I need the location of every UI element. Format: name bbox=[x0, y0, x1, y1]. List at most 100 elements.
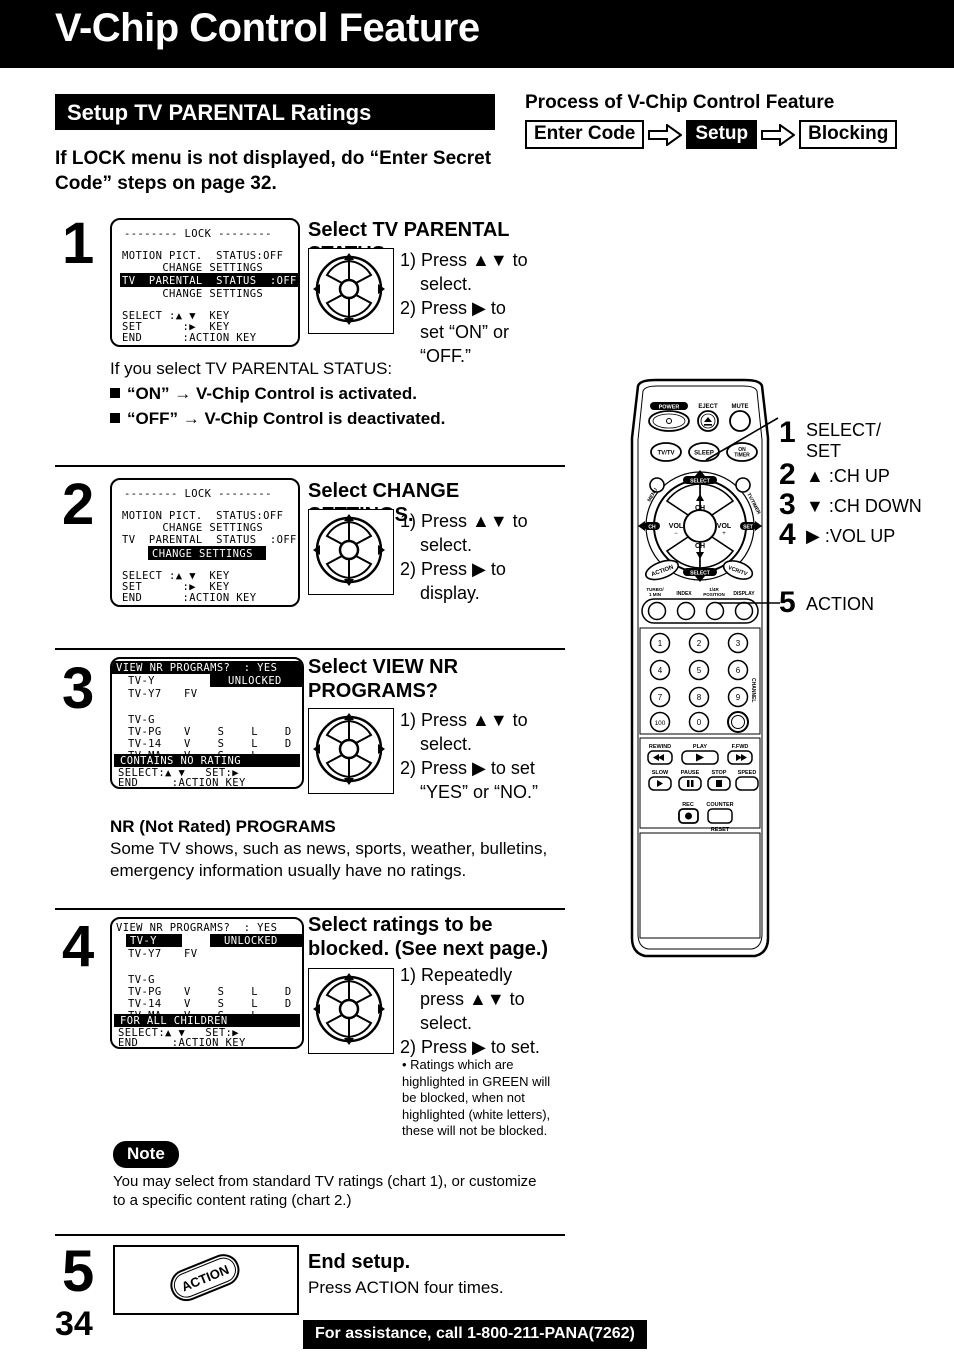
dpad-illustration-step-3 bbox=[308, 708, 394, 794]
step-number-3: 3 bbox=[62, 656, 95, 721]
svg-text:6: 6 bbox=[736, 666, 741, 675]
svg-text:PLAY: PLAY bbox=[693, 744, 707, 750]
osd-screen-step-1: -------- LOCK -------- MOTION PICT. STAT… bbox=[110, 218, 300, 347]
callout-number-1: 1 bbox=[779, 416, 796, 449]
dpad-illustration-step-2 bbox=[308, 509, 394, 595]
osd-rating-name: TV-14 bbox=[128, 998, 162, 1010]
svg-text:COUNTER: COUNTER bbox=[706, 802, 733, 808]
osd-rating-name: TV-Y7 bbox=[128, 948, 162, 960]
svg-text:PAUSE: PAUSE bbox=[681, 770, 700, 776]
right-arrow-outline-icon bbox=[648, 123, 683, 146]
osd-row: CHANGE SETTINGS bbox=[122, 288, 264, 300]
svg-text:−: − bbox=[674, 531, 678, 537]
osd-rating-flags: FV bbox=[184, 688, 198, 700]
step-number-1: 1 bbox=[62, 211, 95, 276]
step-4-instructions: 1) Repeatedly press ▲▼ to select. 2) Pre… bbox=[400, 963, 575, 1059]
osd-banner-label: FOR ALL CHILDREN bbox=[120, 1015, 228, 1027]
status-off-row: “OFF” → V-Chip Control is deactivated. bbox=[110, 408, 550, 430]
section-title: Setup TV PARENTAL Ratings bbox=[67, 100, 372, 125]
osd-title-row: VIEW NR PROGRAMS? : YES bbox=[116, 922, 278, 934]
svg-text:4: 4 bbox=[658, 666, 663, 675]
step-number-2: 2 bbox=[62, 472, 95, 537]
svg-text:EJECT: EJECT bbox=[698, 404, 718, 410]
osd-title: -------- LOCK -------- bbox=[124, 228, 272, 240]
svg-text:CH: CH bbox=[648, 525, 656, 531]
callout-label-3: ▼ :CH DOWN bbox=[806, 496, 922, 516]
nr-programs-explanation: NR (Not Rated) PROGRAMS Some TV shows, s… bbox=[110, 816, 560, 882]
svg-text:RESET: RESET bbox=[711, 827, 730, 833]
section-title-bar: Setup TV PARENTAL Ratings bbox=[55, 94, 495, 130]
flow-step-setup[interactable]: Setup bbox=[686, 120, 758, 149]
osd-rating-name: TV-Y7 bbox=[128, 688, 162, 700]
callout-label-5: ACTION bbox=[806, 594, 875, 614]
flow-step-blocking[interactable]: Blocking bbox=[799, 120, 898, 149]
svg-text:1 MIN: 1 MIN bbox=[649, 592, 661, 597]
svg-text:1: 1 bbox=[658, 639, 663, 648]
instruction-line: 2) Press ▶ to set. bbox=[400, 1037, 540, 1057]
callout-label-4: ▶ :VOL UP bbox=[806, 526, 896, 546]
section-divider bbox=[55, 465, 565, 467]
page-title-bar: V-Chip Control Feature bbox=[0, 0, 954, 68]
dpad-illustration-step-1 bbox=[308, 248, 394, 334]
callout-label-1: SELECT/ SET bbox=[806, 420, 882, 461]
osd-banner-label: CONTAINS NO RATING bbox=[120, 755, 241, 767]
svg-text:7: 7 bbox=[658, 693, 663, 702]
osd-rating-name: TV-PG bbox=[128, 726, 162, 738]
note-badge: Note bbox=[113, 1141, 179, 1168]
callout-number-2: 2 bbox=[779, 458, 796, 491]
osd-footer-row: END :ACTION KEY bbox=[118, 1037, 246, 1049]
osd-rating-flags: V S L D bbox=[184, 986, 292, 998]
instruction-line: 2) Press ▶ to display. bbox=[400, 559, 506, 603]
instruction-line: 1) Press ▲▼ to select. bbox=[400, 250, 528, 294]
osd-screen-step-2: -------- LOCK -------- MOTION PICT. STAT… bbox=[110, 478, 300, 607]
dpad-illustration-step-4 bbox=[308, 968, 394, 1054]
step-3-instructions: 1) Press ▲▼ to select. 2) Press ▶ to set… bbox=[400, 708, 575, 804]
osd-row: MOTION PICT. STATUS:OFF bbox=[122, 510, 284, 522]
svg-text:3: 3 bbox=[736, 639, 741, 648]
instruction-line: 1) Press ▲▼ to select. bbox=[400, 710, 528, 754]
status-on-text: “ON” → V-Chip Control is activated. bbox=[127, 384, 417, 403]
svg-text:STOP: STOP bbox=[712, 770, 727, 776]
step-5-heading: End setup. bbox=[308, 1251, 411, 1273]
lead-instruction: If LOCK menu is not displayed, do “Enter… bbox=[55, 148, 492, 194]
svg-text:TV/TV: TV/TV bbox=[657, 451, 674, 457]
step-3-heading: Select VIEW NR PROGRAMS? bbox=[308, 656, 459, 702]
osd-rating-name: TV-PG bbox=[128, 986, 162, 998]
svg-text:2: 2 bbox=[697, 639, 702, 648]
svg-text:REWIND: REWIND bbox=[649, 744, 671, 750]
svg-text:F.FWD: F.FWD bbox=[732, 744, 749, 750]
right-arrow-outline-icon bbox=[761, 123, 796, 146]
osd-selected-rating: TV-Y bbox=[130, 935, 157, 947]
svg-text:9: 9 bbox=[736, 693, 741, 702]
osd-unlocked-label: UNLOCKED bbox=[224, 935, 278, 947]
instruction-line: 1) Press ▲▼ to select. bbox=[400, 511, 528, 555]
svg-text:INDEX: INDEX bbox=[676, 591, 692, 597]
osd-rating-name: TV-G bbox=[128, 714, 155, 726]
status-on-row: “ON” → V-Chip Control is activated. bbox=[110, 383, 550, 405]
status-off-text: “OFF” → V-Chip Control is deactivated. bbox=[127, 409, 446, 428]
step-5-text: Press ACTION four times. bbox=[308, 1278, 504, 1297]
callout-label-2: ▲ :CH UP bbox=[806, 466, 890, 486]
note-text: You may select from standard TV ratings … bbox=[113, 1173, 537, 1209]
osd-title: -------- LOCK -------- bbox=[124, 488, 272, 500]
callout-number-5: 5 bbox=[779, 586, 796, 619]
step-number-5: 5 bbox=[62, 1239, 95, 1304]
page-title: V-Chip Control Feature bbox=[55, 6, 480, 50]
svg-text:MUTE: MUTE bbox=[732, 404, 749, 410]
svg-text:SPEED: SPEED bbox=[738, 770, 757, 776]
osd-row: CHANGE SETTINGS bbox=[122, 522, 264, 534]
section-divider bbox=[55, 648, 565, 650]
nr-programs-text: Some TV shows, such as news, sports, wea… bbox=[110, 839, 548, 880]
svg-text:SLOW: SLOW bbox=[652, 770, 669, 776]
section-divider bbox=[55, 1234, 565, 1236]
osd-rating-name: TV-14 bbox=[128, 738, 162, 750]
osd-rating-flags: V S L D bbox=[184, 738, 292, 750]
step-2-instructions: 1) Press ▲▼ to select. 2) Press ▶ to dis… bbox=[400, 509, 565, 605]
osd-footer-row: END :ACTION KEY bbox=[122, 592, 257, 604]
osd-title-row: VIEW NR PROGRAMS? : YES bbox=[116, 662, 278, 674]
svg-text:POWER: POWER bbox=[659, 405, 680, 411]
flow-step-enter-code[interactable]: Enter Code bbox=[525, 120, 645, 149]
square-bullet-icon bbox=[110, 388, 120, 398]
section-divider bbox=[55, 908, 565, 910]
svg-text:0: 0 bbox=[697, 718, 702, 727]
